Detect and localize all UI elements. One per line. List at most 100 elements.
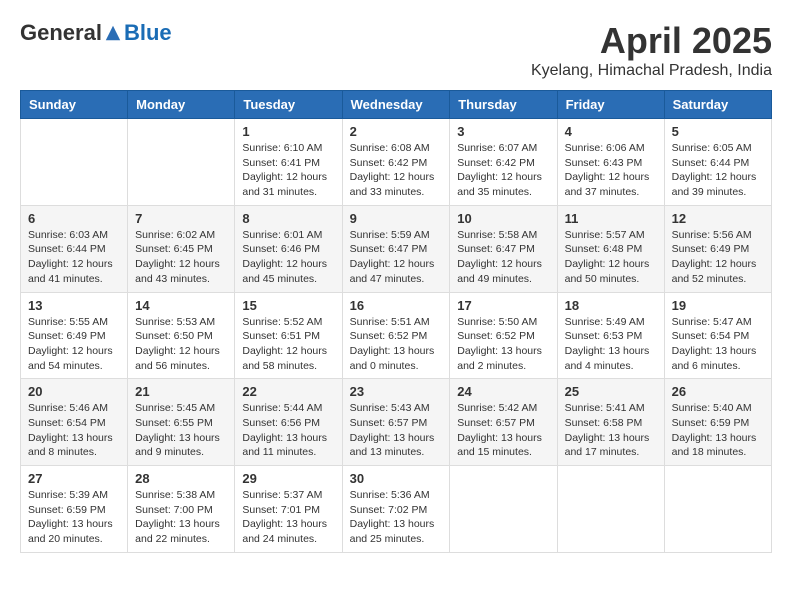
- day-number: 22: [242, 384, 334, 399]
- day-info: Sunrise: 5:46 AMSunset: 6:54 PMDaylight:…: [28, 401, 120, 460]
- calendar-cell: 12 Sunrise: 5:56 AMSunset: 6:49 PMDayligh…: [664, 205, 771, 292]
- calendar-cell: [664, 466, 771, 553]
- day-info: Sunrise: 5:45 AMSunset: 6:55 PMDaylight:…: [135, 401, 227, 460]
- title-block: April 2025 Kyelang, Himachal Pradesh, In…: [531, 20, 772, 80]
- calendar-cell: 18 Sunrise: 5:49 AMSunset: 6:53 PMDayligh…: [557, 292, 664, 379]
- day-number: 1: [242, 124, 334, 139]
- day-info: Sunrise: 6:08 AMSunset: 6:42 PMDaylight:…: [350, 141, 443, 200]
- day-number: 28: [135, 471, 227, 486]
- calendar-cell: 10 Sunrise: 5:58 AMSunset: 6:47 PMDayligh…: [450, 205, 557, 292]
- weekday-header-sunday: Sunday: [21, 91, 128, 119]
- day-number: 12: [672, 211, 764, 226]
- calendar-cell: 15 Sunrise: 5:52 AMSunset: 6:51 PMDayligh…: [235, 292, 342, 379]
- calendar-cell: [450, 466, 557, 553]
- day-number: 5: [672, 124, 764, 139]
- day-info: Sunrise: 5:53 AMSunset: 6:50 PMDaylight:…: [135, 315, 227, 374]
- day-info: Sunrise: 5:43 AMSunset: 6:57 PMDaylight:…: [350, 401, 443, 460]
- weekday-header-thursday: Thursday: [450, 91, 557, 119]
- day-info: Sunrise: 6:06 AMSunset: 6:43 PMDaylight:…: [565, 141, 657, 200]
- day-info: Sunrise: 5:49 AMSunset: 6:53 PMDaylight:…: [565, 315, 657, 374]
- calendar-cell: 24Sunrise: 5:42 AMSunset: 6:57 PMDayligh…: [450, 379, 557, 466]
- day-number: 23: [350, 384, 443, 399]
- day-info: Sunrise: 5:55 AMSunset: 6:49 PMDaylight:…: [28, 315, 120, 374]
- location: Kyelang, Himachal Pradesh, India: [531, 62, 772, 80]
- weekday-header-friday: Friday: [557, 91, 664, 119]
- logo-blue-text: Blue: [124, 20, 172, 46]
- day-number: 4: [565, 124, 657, 139]
- day-number: 11: [565, 211, 657, 226]
- calendar-cell: 19Sunrise: 5:47 AMSunset: 6:54 PMDayligh…: [664, 292, 771, 379]
- calendar-cell: 21 Sunrise: 5:45 AMSunset: 6:55 PMDayligh…: [128, 379, 235, 466]
- day-info: Sunrise: 6:02 AMSunset: 6:45 PMDaylight:…: [135, 228, 227, 287]
- day-number: 7: [135, 211, 227, 226]
- day-number: 19: [672, 298, 764, 313]
- day-number: 17: [457, 298, 549, 313]
- calendar-cell: 27 Sunrise: 5:39 AMSunset: 6:59 PMDayligh…: [21, 466, 128, 553]
- day-info: Sunrise: 5:36 AMSunset: 7:02 PMDaylight:…: [350, 488, 443, 547]
- weekday-header-saturday: Saturday: [664, 91, 771, 119]
- calendar-cell: 4 Sunrise: 6:06 AMSunset: 6:43 PMDaylight…: [557, 119, 664, 206]
- calendar-cell: 3 Sunrise: 6:07 AMSunset: 6:42 PMDaylight…: [450, 119, 557, 206]
- calendar-cell: [128, 119, 235, 206]
- calendar-cell: 6 Sunrise: 6:03 AMSunset: 6:44 PMDaylight…: [21, 205, 128, 292]
- day-number: 9: [350, 211, 443, 226]
- day-info: Sunrise: 5:52 AMSunset: 6:51 PMDaylight:…: [242, 315, 334, 374]
- weekday-header-tuesday: Tuesday: [235, 91, 342, 119]
- day-info: Sunrise: 5:37 AMSunset: 7:01 PMDaylight:…: [242, 488, 334, 547]
- day-info: Sunrise: 5:41 AMSunset: 6:58 PMDaylight:…: [565, 401, 657, 460]
- calendar-cell: 7 Sunrise: 6:02 AMSunset: 6:45 PMDaylight…: [128, 205, 235, 292]
- calendar-cell: 29 Sunrise: 5:37 AMSunset: 7:01 PMDayligh…: [235, 466, 342, 553]
- calendar-cell: 5 Sunrise: 6:05 AMSunset: 6:44 PMDaylight…: [664, 119, 771, 206]
- day-number: 13: [28, 298, 120, 313]
- day-number: 20: [28, 384, 120, 399]
- page-header: General Blue April 2025 Kyelang, Himacha…: [20, 20, 772, 80]
- calendar-cell: [557, 466, 664, 553]
- day-info: Sunrise: 5:38 AMSunset: 7:00 PMDaylight:…: [135, 488, 227, 547]
- day-number: 8: [242, 211, 334, 226]
- day-info: Sunrise: 5:57 AMSunset: 6:48 PMDaylight:…: [565, 228, 657, 287]
- weekday-header-monday: Monday: [128, 91, 235, 119]
- calendar-cell: 26Sunrise: 5:40 AMSunset: 6:59 PMDayligh…: [664, 379, 771, 466]
- calendar-cell: [21, 119, 128, 206]
- day-info: Sunrise: 5:51 AMSunset: 6:52 PMDaylight:…: [350, 315, 443, 374]
- day-info: Sunrise: 6:10 AMSunset: 6:41 PMDaylight:…: [242, 141, 334, 200]
- day-number: 2: [350, 124, 443, 139]
- day-number: 6: [28, 211, 120, 226]
- day-number: 29: [242, 471, 334, 486]
- day-number: 27: [28, 471, 120, 486]
- day-number: 24: [457, 384, 549, 399]
- day-info: Sunrise: 6:01 AMSunset: 6:46 PMDaylight:…: [242, 228, 334, 287]
- calendar-cell: 17Sunrise: 5:50 AMSunset: 6:52 PMDayligh…: [450, 292, 557, 379]
- day-info: Sunrise: 5:39 AMSunset: 6:59 PMDaylight:…: [28, 488, 120, 547]
- day-number: 3: [457, 124, 549, 139]
- day-number: 10: [457, 211, 549, 226]
- day-info: Sunrise: 6:07 AMSunset: 6:42 PMDaylight:…: [457, 141, 549, 200]
- day-info: Sunrise: 5:56 AMSunset: 6:49 PMDaylight:…: [672, 228, 764, 287]
- calendar-cell: 20 Sunrise: 5:46 AMSunset: 6:54 PMDayligh…: [21, 379, 128, 466]
- calendar-cell: 13 Sunrise: 5:55 AMSunset: 6:49 PMDayligh…: [21, 292, 128, 379]
- calendar-table: SundayMondayTuesdayWednesdayThursdayFrid…: [20, 90, 772, 553]
- month-title: April 2025: [531, 20, 772, 62]
- calendar-cell: 23 Sunrise: 5:43 AMSunset: 6:57 PMDayligh…: [342, 379, 450, 466]
- calendar-cell: 16Sunrise: 5:51 AMSunset: 6:52 PMDayligh…: [342, 292, 450, 379]
- day-number: 18: [565, 298, 657, 313]
- calendar-cell: 30 Sunrise: 5:36 AMSunset: 7:02 PMDayligh…: [342, 466, 450, 553]
- day-number: 15: [242, 298, 334, 313]
- calendar-cell: 22 Sunrise: 5:44 AMSunset: 6:56 PMDayligh…: [235, 379, 342, 466]
- calendar-cell: 1 Sunrise: 6:10 AMSunset: 6:41 PMDaylight…: [235, 119, 342, 206]
- day-number: 30: [350, 471, 443, 486]
- day-info: Sunrise: 6:03 AMSunset: 6:44 PMDaylight:…: [28, 228, 120, 287]
- day-number: 21: [135, 384, 227, 399]
- logo-general-text: General: [20, 20, 102, 46]
- day-number: 26: [672, 384, 764, 399]
- day-number: 14: [135, 298, 227, 313]
- calendar-cell: 28 Sunrise: 5:38 AMSunset: 7:00 PMDayligh…: [128, 466, 235, 553]
- calendar-cell: 8 Sunrise: 6:01 AMSunset: 6:46 PMDaylight…: [235, 205, 342, 292]
- day-info: Sunrise: 5:44 AMSunset: 6:56 PMDaylight:…: [242, 401, 334, 460]
- day-info: Sunrise: 6:05 AMSunset: 6:44 PMDaylight:…: [672, 141, 764, 200]
- calendar-cell: 11 Sunrise: 5:57 AMSunset: 6:48 PMDayligh…: [557, 205, 664, 292]
- logo: General Blue: [20, 20, 172, 46]
- day-info: Sunrise: 5:59 AMSunset: 6:47 PMDaylight:…: [350, 228, 443, 287]
- day-info: Sunrise: 5:58 AMSunset: 6:47 PMDaylight:…: [457, 228, 549, 287]
- logo-icon: [104, 24, 122, 42]
